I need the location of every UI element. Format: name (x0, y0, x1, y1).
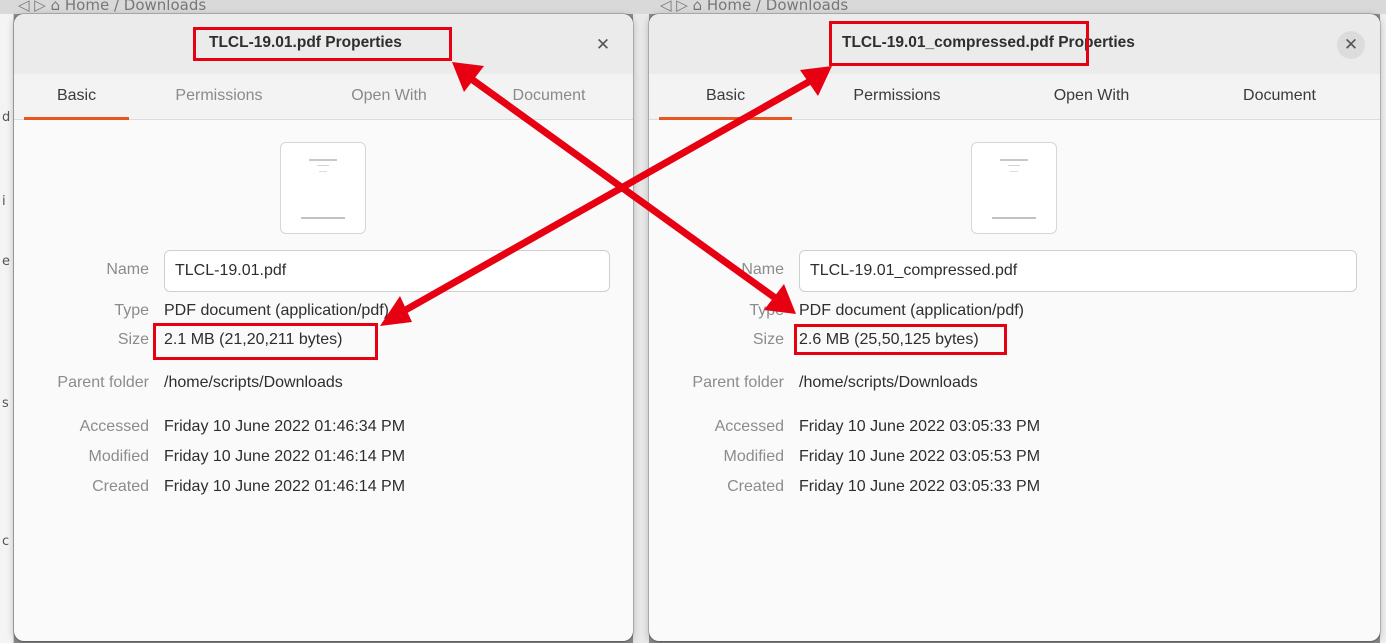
accessed-value: Friday 10 June 2022 01:46:34 PM (164, 418, 406, 435)
tab-basic[interactable]: Basic (24, 74, 129, 120)
modified-label: Modified (88, 448, 149, 465)
parent-folder-label: Parent folder (692, 374, 784, 391)
parent-folder-label: Parent folder (57, 374, 149, 391)
created-label: Created (727, 478, 784, 495)
tab-bar: Basic Permissions Open With Document (649, 74, 1380, 120)
type-label: Type (114, 302, 149, 319)
created-label: Created (92, 478, 149, 495)
dialog-title: TLCL-19.01_compressed.pdf Properties (842, 34, 1135, 51)
tab-bar: Basic Permissions Open With Document (14, 74, 633, 120)
file-thumbnail (280, 142, 366, 234)
name-label: Name (741, 261, 784, 278)
tab-basic[interactable]: Basic (659, 74, 792, 120)
background-window-headerbar: ◁ ▷ ⌂ Home / Downloads ◁ ▷ ⌂ Home / Down… (0, 0, 1386, 14)
background-path-left: ◁ ▷ ⌂ Home / Downloads (18, 0, 207, 14)
background-window-edge-right (1380, 14, 1386, 643)
parent-folder-value[interactable]: /home/scripts/Downloads (164, 374, 343, 392)
name-field[interactable]: TLCL-19.01.pdf (164, 250, 610, 292)
size-label: Size (117, 331, 149, 348)
dialog-title: TLCL-19.01.pdf Properties (209, 34, 402, 51)
type-value: PDF document (application/pdf) (799, 302, 1024, 319)
accessed-value: Friday 10 June 2022 03:05:33 PM (799, 418, 1041, 435)
type-value: PDF document (application/pdf) (164, 302, 389, 319)
type-label: Type (749, 302, 784, 319)
tab-document[interactable]: Document (499, 74, 599, 120)
tab-open-with[interactable]: Open With (1039, 74, 1144, 120)
file-thumbnail (971, 142, 1057, 234)
tab-permissions[interactable]: Permissions (837, 74, 957, 120)
dialog-titlebar: TLCL-19.01.pdf Properties ✕ (14, 14, 633, 74)
accessed-label: Accessed (714, 418, 784, 435)
size-value: 2.6 MB (25,50,125 bytes) (799, 331, 979, 348)
close-icon[interactable]: ✕ (589, 31, 617, 59)
close-icon[interactable]: ✕ (1337, 31, 1365, 59)
background-fragment: c (2, 534, 10, 549)
name-label: Name (106, 261, 149, 278)
background-window-gap (633, 14, 649, 643)
dialog-titlebar: TLCL-19.01_compressed.pdf Properties ✕ (649, 14, 1380, 74)
background-path-right: ◁ ▷ ⌂ Home / Downloads (660, 0, 849, 14)
modified-label: Modified (723, 448, 784, 465)
modified-value: Friday 10 June 2022 01:46:14 PM (164, 448, 406, 465)
properties-dialog-compressed: TLCL-19.01_compressed.pdf Properties ✕ B… (649, 14, 1380, 641)
size-value: 2.1 MB (21,20,211 bytes) (164, 331, 343, 348)
created-value: Friday 10 June 2022 03:05:33 PM (799, 478, 1041, 495)
background-fragment: d (2, 110, 11, 125)
name-field[interactable]: TLCL-19.01_compressed.pdf (799, 250, 1357, 292)
modified-value: Friday 10 June 2022 03:05:53 PM (799, 448, 1041, 465)
tab-open-with[interactable]: Open With (339, 74, 439, 120)
background-fragment: e (2, 254, 10, 269)
background-fragment: i (2, 194, 6, 209)
parent-folder-value[interactable]: /home/scripts/Downloads (799, 374, 978, 392)
size-label: Size (752, 331, 784, 348)
background-window-edge: d i e s c (0, 14, 14, 643)
properties-dialog-original: TLCL-19.01.pdf Properties ✕ Basic Permis… (14, 14, 633, 641)
accessed-label: Accessed (79, 418, 149, 435)
tab-document[interactable]: Document (1227, 74, 1332, 120)
created-value: Friday 10 June 2022 01:46:14 PM (164, 478, 406, 495)
tab-permissions[interactable]: Permissions (164, 74, 274, 120)
background-fragment: s (2, 396, 9, 411)
